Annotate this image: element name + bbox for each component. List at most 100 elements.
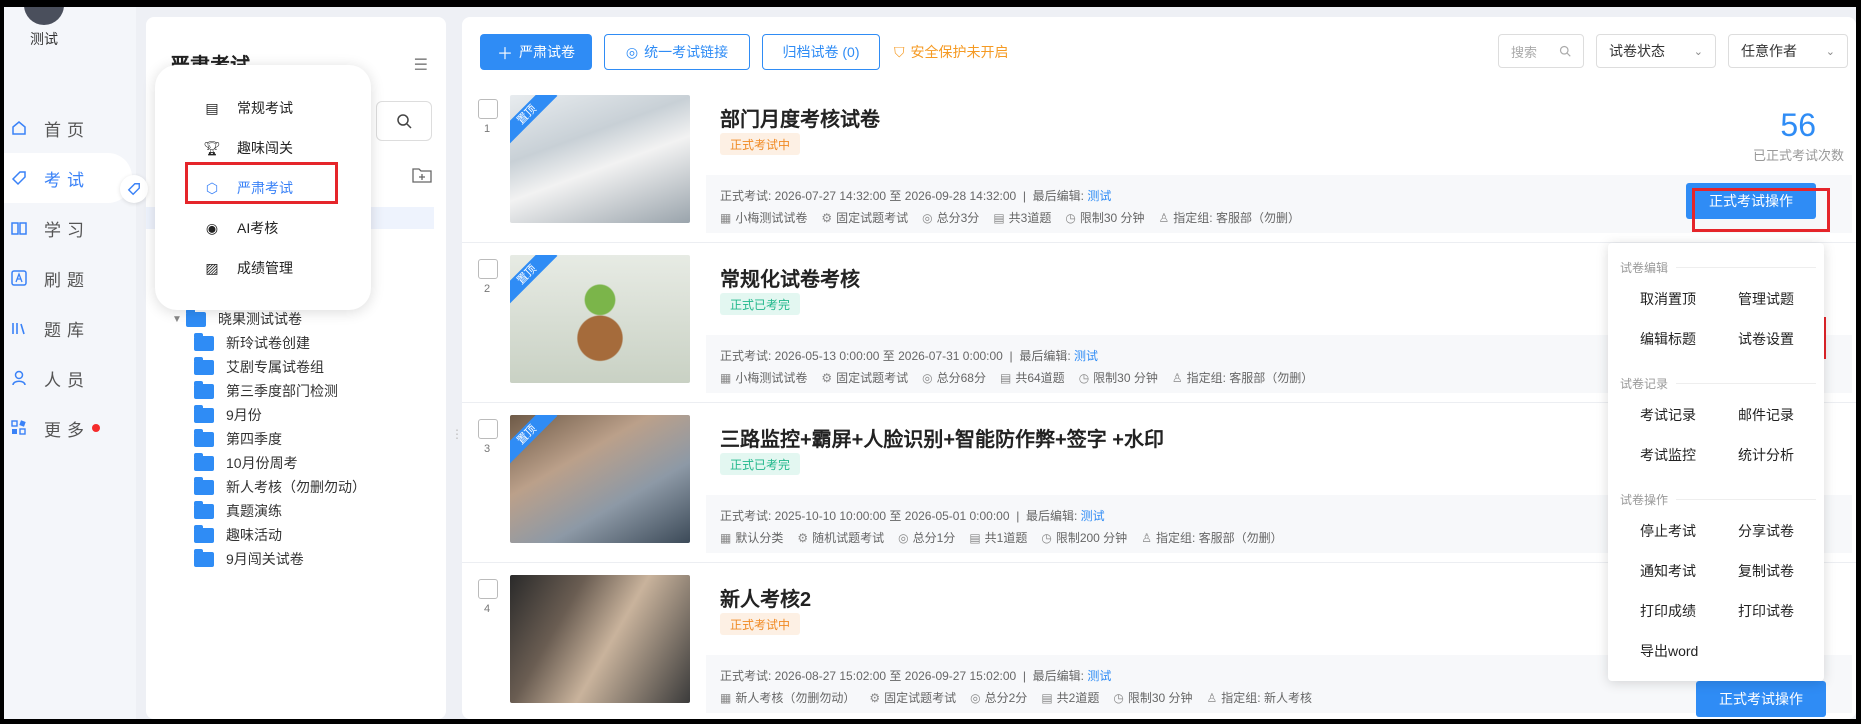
app-window: 测试 首页 考试 学习 刷题 题库 人员 更多 ☰ ▼ 晓果测试试卷 新玲试卷创… xyxy=(4,7,1856,719)
security-warning[interactable]: ⛉ 安全保护未开启 xyxy=(894,42,1009,62)
unified-link-button[interactable]: ◎ 统一考试链接 xyxy=(604,34,750,70)
nav-item-practice[interactable]: 刷题 xyxy=(4,253,136,303)
popover-item-ai[interactable]: ◉ AI考核 xyxy=(203,211,278,245)
caret-down-icon[interactable]: ▼ xyxy=(172,314,186,325)
exam-title[interactable]: 新人考核2 xyxy=(720,583,811,612)
nav-item-home[interactable]: 首页 xyxy=(4,103,136,153)
schedule-text: 正式考试: 2025-10-10 10:00:00 至 2026-05-01 0… xyxy=(720,509,1010,523)
popover-item-serious[interactable]: ⬡ 严肃考试 xyxy=(203,171,293,205)
nav-item-more[interactable]: 更多 xyxy=(4,403,136,453)
meta-time: ◷ 限制30 分钟 xyxy=(1113,691,1193,705)
folder-label: 第四季度 xyxy=(226,431,282,447)
menu-item-copy-exam[interactable]: 复制试卷 xyxy=(1738,561,1794,581)
exam-thumbnail[interactable]: 置顶 xyxy=(510,95,690,223)
menu-item-exam-settings[interactable]: 试卷设置 xyxy=(1738,329,1794,349)
menu-item-share-exam[interactable]: 分享试卷 xyxy=(1738,521,1794,541)
search-icon xyxy=(1559,45,1571,57)
status-select[interactable]: 试卷状态 ⌄ xyxy=(1596,34,1716,68)
nav-item-study[interactable]: 学习 xyxy=(4,203,136,253)
editor-link[interactable]: 测试 xyxy=(1081,509,1105,523)
menu-item-export-word[interactable]: 导出word xyxy=(1640,641,1698,661)
exam-operation-button[interactable]: 正式考试操作 xyxy=(1696,681,1826,717)
editor-label: 最后编辑: xyxy=(1019,349,1071,363)
search-input[interactable]: 搜索 xyxy=(1498,34,1584,68)
exam-thumbnail[interactable] xyxy=(510,575,690,703)
menu-item-print-exam[interactable]: 打印试卷 xyxy=(1738,601,1794,621)
menu-item-stop-exam[interactable]: 停止考试 xyxy=(1640,521,1696,541)
avatar[interactable] xyxy=(24,7,64,25)
folder-item[interactable]: 真题演练 xyxy=(172,499,366,523)
popover-item-scores[interactable]: ▨ 成绩管理 xyxy=(203,251,293,285)
clock-icon: ◷ xyxy=(1078,371,1090,385)
folder-label: 10月份周考 xyxy=(226,455,298,471)
row-checkbox[interactable] xyxy=(478,579,498,599)
editor-label: 最后编辑: xyxy=(1025,509,1078,523)
exam-meta: ▦ 默认分类 ⚙ 随机试题考试 ◎ 总分1分 ▤ 共1道题 ◷ 限制200 分钟 ♙ 指定组… xyxy=(720,529,1283,546)
folder-search-button[interactable] xyxy=(376,101,432,141)
meta-questions: ▤ 共64道题 xyxy=(999,371,1065,385)
meta-type: ⚙ 固定试题考试 xyxy=(869,691,957,705)
exam-operation-button[interactable]: 正式考试操作 xyxy=(1686,183,1816,219)
popover-label: 常规考试 xyxy=(237,100,293,116)
folder-item[interactable]: 10月份周考 xyxy=(172,451,366,475)
folder-item[interactable]: 新人考核（勿删勿动） xyxy=(172,475,366,499)
menu-item-statistics[interactable]: 统计分析 xyxy=(1738,445,1794,465)
document-icon: ▤ xyxy=(205,99,219,116)
menu-item-email-records[interactable]: 邮件记录 xyxy=(1738,405,1794,425)
row-checkbox[interactable] xyxy=(478,419,498,439)
gear-icon: ⚙ xyxy=(821,371,833,385)
exam-title[interactable]: 部门月度考核试卷 xyxy=(720,103,880,132)
folder-item[interactable]: 9月闯关试卷 xyxy=(172,547,366,571)
nav-collapse-button[interactable] xyxy=(120,175,148,203)
menu-item-exam-records[interactable]: 考试记录 xyxy=(1640,405,1696,425)
exam-row[interactable]: 1 置顶 部门月度考核试卷 正式考试中 56 已正式考试次数 正式考试: 202… xyxy=(462,83,1856,243)
folder-item[interactable]: ▼ 晓果测试试卷 xyxy=(172,307,366,331)
nav-label: 更多 xyxy=(44,420,90,440)
grid-icon: ▦ xyxy=(720,531,732,545)
menu-item-edit-title[interactable]: 编辑标题 xyxy=(1640,329,1696,349)
button-label: 归档试卷 (0) xyxy=(782,44,860,60)
menu-item-manage-questions[interactable]: 管理试题 xyxy=(1738,289,1794,309)
nav-item-people[interactable]: 人员 xyxy=(4,353,136,403)
add-folder-icon[interactable] xyxy=(412,167,432,188)
meta-category: ▦ 新人考核（勿删勿动） xyxy=(720,691,856,705)
nav-item-exam[interactable]: 考试 xyxy=(4,153,132,203)
folder-item[interactable]: 艾剧专属试卷组 xyxy=(172,355,366,379)
gear-icon: ⚙ xyxy=(869,691,881,705)
editor-link[interactable]: 测试 xyxy=(1087,669,1111,683)
menu-fold-icon[interactable]: ☰ xyxy=(414,55,428,75)
create-serious-exam-button[interactable]: ＋ 严肃试卷 xyxy=(480,34,592,70)
folder-item[interactable]: 新玲试卷创建 xyxy=(172,331,366,355)
exam-title[interactable]: 三路监控+霸屏+人脸识别+智能防作弊+签字 +水印 xyxy=(720,423,1164,452)
menu-item-notify-exam[interactable]: 通知考试 xyxy=(1640,561,1696,581)
a-box-icon xyxy=(10,269,28,287)
editor-link[interactable]: 测试 xyxy=(1074,349,1098,363)
folder-icon xyxy=(194,428,214,447)
exam-thumbnail[interactable]: 置顶 xyxy=(510,415,690,543)
author-select[interactable]: 任意作者 ⌄ xyxy=(1728,34,1848,68)
folder-label: 9月份 xyxy=(226,407,262,423)
exam-thumbnail[interactable]: 置顶 xyxy=(510,255,690,383)
nav-label: 人员 xyxy=(44,370,90,390)
nav-item-bank[interactable]: 题库 xyxy=(4,303,136,353)
folder-item[interactable]: 第三季度部门检测 xyxy=(172,379,366,403)
folder-item[interactable]: 趣味活动 xyxy=(172,523,366,547)
folder-item[interactable]: 第四季度 xyxy=(172,427,366,451)
row-checkbox[interactable] xyxy=(478,99,498,119)
folder-label: 趣味活动 xyxy=(226,527,282,543)
exam-title[interactable]: 常规化试卷考核 xyxy=(720,263,860,292)
meta-type: ⚙ 随机试题考试 xyxy=(797,531,885,545)
popover-item-regular[interactable]: ▤ 常规考试 xyxy=(203,91,293,125)
user-profile[interactable]: 测试 xyxy=(24,7,64,49)
row-checkbox[interactable] xyxy=(478,259,498,279)
popover-item-fun[interactable]: 🏆︎ 趣味闯关 xyxy=(203,131,293,165)
pinned-ribbon: 置顶 xyxy=(510,255,558,306)
archived-exams-button[interactable]: 归档试卷 (0) xyxy=(762,34,880,70)
meta-group: ♙ 指定组: 客服部（勿删） xyxy=(1158,211,1300,225)
menu-item-print-scores[interactable]: 打印成绩 xyxy=(1640,601,1696,621)
folder-item[interactable]: 9月份 xyxy=(172,403,366,427)
editor-link[interactable]: 测试 xyxy=(1087,189,1111,203)
menu-item-exam-monitor[interactable]: 考试监控 xyxy=(1640,445,1696,465)
menu-item-unpin[interactable]: 取消置顶 xyxy=(1640,289,1696,309)
user-icon: ♙ xyxy=(1141,531,1152,545)
